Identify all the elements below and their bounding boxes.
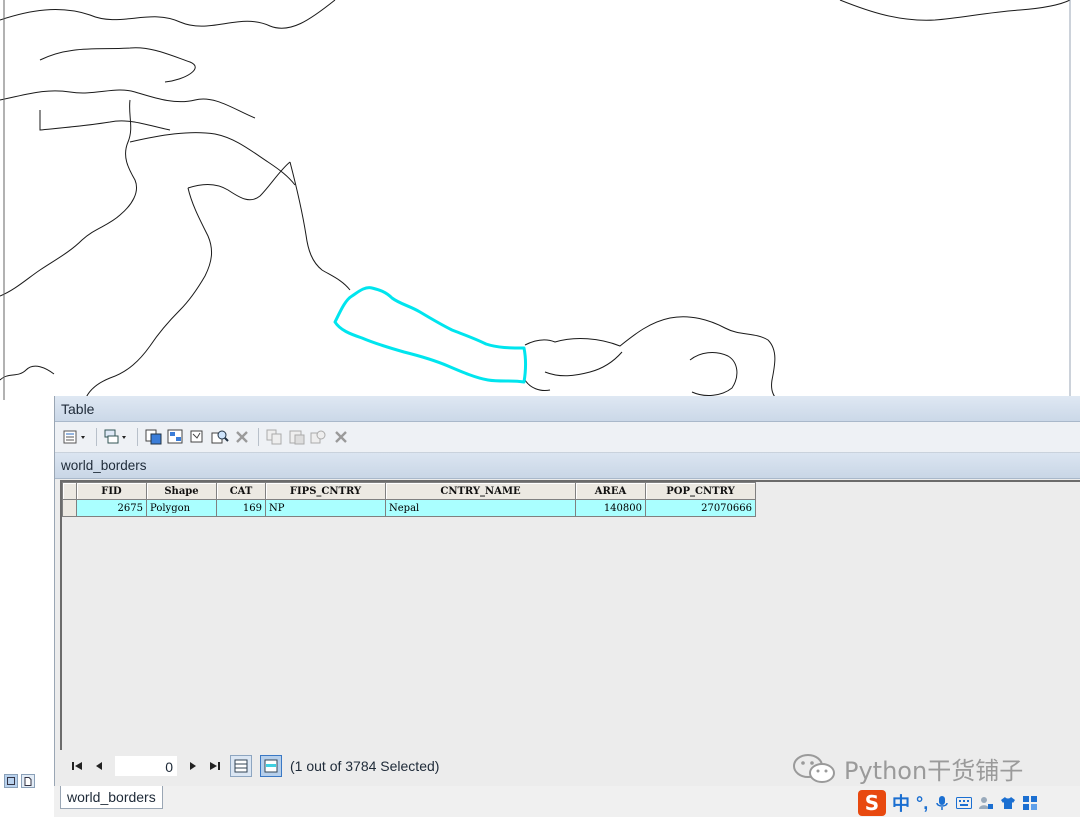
cell-area[interactable]: 140800 bbox=[575, 499, 646, 517]
switch-selection-icon bbox=[167, 429, 183, 444]
next-record-button[interactable] bbox=[186, 758, 200, 774]
ime-skin-button[interactable] bbox=[1000, 795, 1016, 811]
clear-selection-icon bbox=[190, 430, 203, 443]
table-window-title-bar[interactable]: Table bbox=[55, 396, 1080, 422]
map-left-margin bbox=[0, 400, 54, 772]
toolbar-separator bbox=[137, 428, 138, 446]
window-title: Table bbox=[61, 400, 95, 417]
ime-logo[interactable]: S bbox=[858, 790, 886, 816]
next-record-icon bbox=[190, 762, 196, 770]
clear-selection-button[interactable] bbox=[189, 428, 207, 446]
bottom-tab-world-borders[interactable]: world_borders bbox=[60, 786, 163, 809]
column-header-cat[interactable]: CAT bbox=[216, 482, 266, 500]
zoom-button[interactable] bbox=[310, 428, 328, 446]
close-table-button[interactable] bbox=[332, 428, 350, 446]
ime-toolbar: S 中 °, bbox=[858, 790, 1038, 816]
current-record-field[interactable]: 0 bbox=[114, 755, 178, 777]
row-selector-header[interactable] bbox=[62, 482, 77, 500]
map-view[interactable] bbox=[0, 0, 1080, 400]
first-record-button[interactable] bbox=[70, 758, 84, 774]
switch-selection-button[interactable] bbox=[167, 428, 185, 446]
table-toolbar bbox=[55, 422, 1080, 453]
cell-cntry-name[interactable]: Nepal bbox=[385, 499, 576, 517]
row-selector[interactable] bbox=[62, 499, 77, 517]
ime-toolbox-button[interactable] bbox=[1022, 795, 1038, 811]
delete-selected-button[interactable] bbox=[233, 428, 251, 446]
keyboard-icon bbox=[956, 797, 973, 809]
cell-fid[interactable]: 2675 bbox=[76, 499, 147, 517]
toolbar-separator bbox=[96, 428, 97, 446]
first-record-icon bbox=[72, 762, 82, 770]
attribute-table: FID Shape CAT FIPS_CNTRY CNTRY_NAME AREA… bbox=[62, 482, 756, 517]
all-records-icon bbox=[234, 759, 248, 773]
ime-mode[interactable]: 中 bbox=[892, 790, 910, 816]
paste-icon bbox=[289, 430, 305, 445]
ime-keyboard-button[interactable] bbox=[956, 795, 973, 811]
layout-view-icon bbox=[24, 776, 32, 786]
watermark: Python干货铺子 bbox=[792, 751, 1023, 786]
table-tab-header[interactable]: world_borders bbox=[55, 453, 1080, 479]
table-options-button[interactable] bbox=[63, 428, 89, 446]
show-selected-records-button[interactable] bbox=[260, 755, 282, 777]
ime-punctuation[interactable]: °, bbox=[916, 793, 928, 814]
delete-selected-icon bbox=[236, 431, 248, 443]
table-row[interactable]: 2675 Polygon 169 NP Nepal 140800 2707066… bbox=[62, 499, 756, 517]
column-header-cntry-name[interactable]: CNTRY_NAME bbox=[385, 482, 576, 500]
wechat-icon bbox=[793, 753, 835, 783]
ime-account-button[interactable] bbox=[978, 795, 994, 811]
last-record-button[interactable] bbox=[208, 758, 222, 774]
shirt-icon bbox=[1001, 797, 1016, 809]
column-header-pop-cntry[interactable]: POP_CNTRY bbox=[645, 482, 756, 500]
data-view-icon bbox=[7, 777, 15, 785]
view-toggle-group bbox=[4, 774, 35, 788]
previous-record-button[interactable] bbox=[92, 758, 106, 774]
paste-button[interactable] bbox=[288, 428, 306, 446]
related-tables-icon bbox=[104, 429, 126, 444]
select-by-attributes-icon bbox=[145, 429, 162, 445]
cell-cat[interactable]: 169 bbox=[216, 499, 266, 517]
table-tab-label: world_borders bbox=[61, 458, 147, 473]
zoom-icon bbox=[310, 430, 326, 444]
ime-voice-button[interactable] bbox=[934, 795, 950, 811]
table-window: Table world_borders FID Shape CAT FIPS_C… bbox=[54, 396, 1080, 791]
data-view-button[interactable] bbox=[4, 774, 18, 788]
user-icon bbox=[979, 797, 994, 809]
table-options-icon bbox=[63, 430, 85, 444]
cell-fips-cntry[interactable]: NP bbox=[265, 499, 386, 517]
selection-status: (1 out of 3784 Selected) bbox=[290, 758, 440, 774]
cell-shape[interactable]: Polygon bbox=[146, 499, 217, 517]
watermark-text: Python干货铺子 bbox=[844, 757, 1024, 785]
previous-record-icon bbox=[96, 762, 102, 770]
zoom-to-selected-icon bbox=[211, 430, 229, 444]
attribute-grid[interactable]: FID Shape CAT FIPS_CNTRY CNTRY_NAME AREA… bbox=[60, 480, 1080, 750]
column-header-fips-cntry[interactable]: FIPS_CNTRY bbox=[265, 482, 386, 500]
copy-selected-icon bbox=[266, 429, 282, 445]
cell-pop-cntry[interactable]: 27070666 bbox=[645, 499, 756, 517]
show-all-records-button[interactable] bbox=[230, 755, 252, 777]
microphone-icon bbox=[936, 796, 948, 810]
column-header-shape[interactable]: Shape bbox=[146, 482, 217, 500]
select-by-attributes-button[interactable] bbox=[145, 428, 163, 446]
selected-records-icon bbox=[264, 759, 278, 773]
grid-icon bbox=[1023, 796, 1038, 810]
related-tables-button[interactable] bbox=[104, 428, 130, 446]
column-header-area[interactable]: AREA bbox=[575, 482, 646, 500]
zoom-to-selected-button[interactable] bbox=[211, 428, 229, 446]
close-icon bbox=[335, 431, 347, 443]
last-record-icon bbox=[210, 762, 220, 770]
layout-view-button[interactable] bbox=[21, 774, 35, 788]
copy-selected-button[interactable] bbox=[266, 428, 284, 446]
header-row: FID Shape CAT FIPS_CNTRY CNTRY_NAME AREA… bbox=[62, 482, 756, 500]
toolbar-separator bbox=[258, 428, 259, 446]
column-header-fid[interactable]: FID bbox=[76, 482, 147, 500]
